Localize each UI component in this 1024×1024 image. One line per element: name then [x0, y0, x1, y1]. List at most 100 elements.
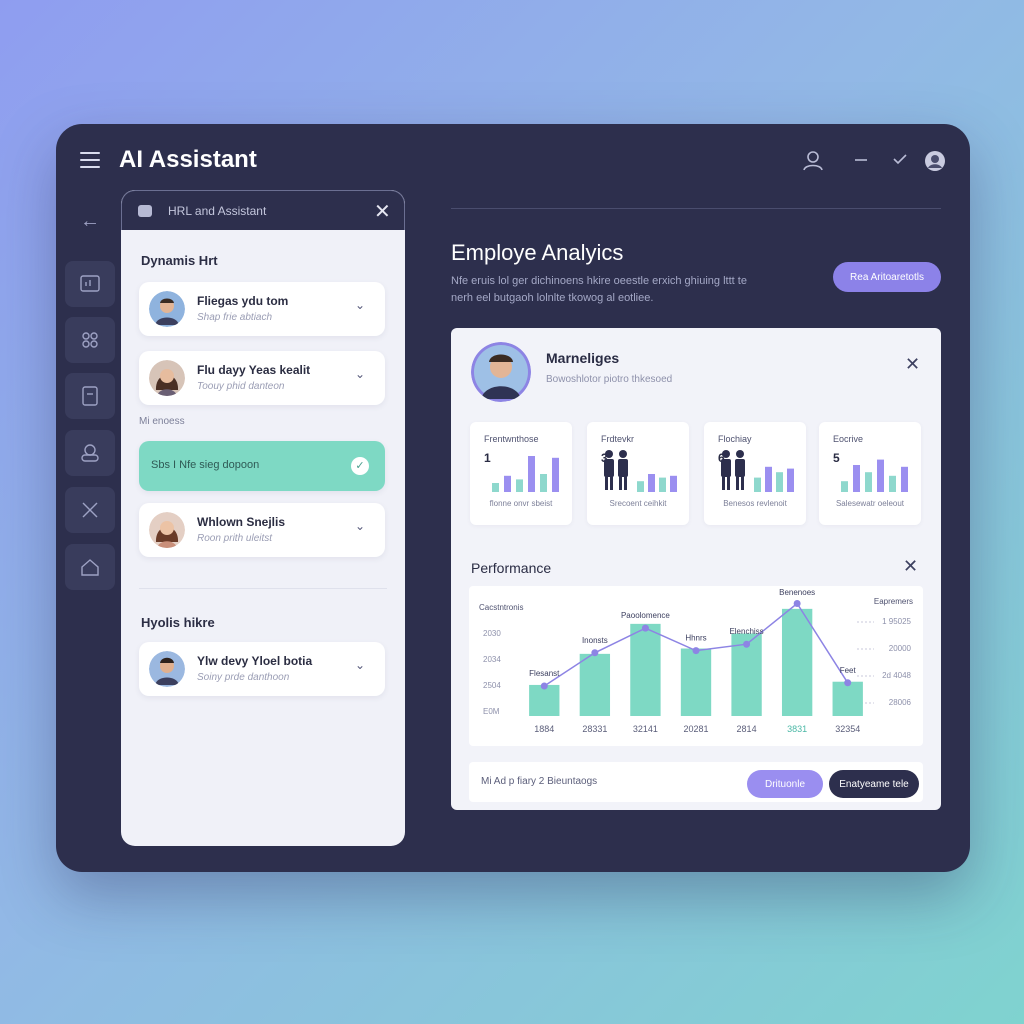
- mini-label: Mi enoess: [139, 416, 185, 427]
- y-axis-title-left: Cacstntronis: [479, 603, 523, 612]
- menu-icon[interactable]: [80, 152, 100, 170]
- stat-caption: Srecoent ceihkit: [609, 499, 667, 508]
- avatar: [149, 360, 185, 396]
- mini-bar: [648, 474, 655, 492]
- stat-card: Eocrive 5 Salesewatr oeleout: [819, 422, 921, 525]
- mini-bar: [552, 457, 559, 492]
- performance-title: Performance: [471, 560, 552, 576]
- y-tick-label: 2d 4048: [882, 671, 911, 680]
- person-icon: [81, 444, 99, 462]
- user-icon[interactable]: [802, 150, 824, 172]
- mini-bar: [787, 468, 794, 492]
- avatar-icon[interactable]: [924, 150, 946, 172]
- chart-point: [692, 647, 700, 655]
- chart-point: [743, 640, 751, 648]
- y-tick-label: E0M: [483, 707, 500, 716]
- mini-bar: [659, 477, 666, 492]
- chart-bar: [529, 684, 560, 716]
- chart-bar: [579, 653, 611, 716]
- chevron-down-icon[interactable]: ⌄: [355, 658, 365, 672]
- x-tick-label: 1884: [534, 724, 554, 734]
- chart-point: [591, 649, 599, 657]
- rail-document-button[interactable]: [65, 373, 115, 419]
- person-figure-icon: [618, 450, 628, 490]
- rail-tools-button[interactable]: [65, 487, 115, 533]
- item-subtitle: Soiny prde danthoon: [197, 672, 290, 683]
- mini-bar: [877, 459, 884, 492]
- mini-bar: [540, 474, 547, 492]
- data-annotation: Feet: [840, 666, 857, 675]
- active-message-item[interactable]: Sbs I Nfe sieg dopoon ✓: [139, 441, 385, 491]
- stat-card: Frentwnthose 1 flonne onvr sbeist: [470, 422, 572, 525]
- item-name: Flu dayy Yeas kealit: [197, 363, 311, 377]
- x-tick-label: 32354: [835, 724, 860, 734]
- y-tick-label: 20000: [889, 644, 912, 653]
- secondary-action-button[interactable]: Drituonle: [747, 770, 823, 798]
- dark-action-button[interactable]: Enatyeame tele: [829, 770, 919, 798]
- rail-home-button[interactable]: [65, 544, 115, 590]
- primary-action-button[interactable]: Rea Aritoaretotls: [833, 262, 941, 292]
- y-tick-label: 28006: [889, 698, 912, 707]
- list-item[interactable]: Whlown Snejlis Roon prith uleitst ⌄: [139, 503, 385, 557]
- check-icon[interactable]: ✓: [351, 457, 369, 475]
- chart-point: [793, 600, 801, 607]
- x-tick-label: 28331: [582, 724, 607, 734]
- avatar: [149, 291, 185, 327]
- y-tick-label: 1 95025: [882, 617, 911, 626]
- minimize-icon[interactable]: [854, 158, 868, 162]
- mini-bar: [492, 483, 499, 492]
- check-icon[interactable]: [893, 153, 907, 165]
- chart-point: [540, 682, 548, 690]
- mini-bar: [516, 479, 523, 492]
- person-figure-icon: [721, 450, 731, 490]
- chat-title: HRL and Assistant: [168, 204, 267, 218]
- y-tick-label: 2504: [483, 681, 501, 690]
- mini-bar: [528, 456, 535, 492]
- app-title: AI Assistant: [119, 146, 257, 173]
- close-icon[interactable]: ✕: [905, 354, 920, 375]
- rail-chart-button[interactable]: [65, 261, 115, 307]
- x-tick-label: 2814: [737, 724, 757, 734]
- chevron-down-icon[interactable]: ⌄: [355, 298, 365, 312]
- data-annotation: Inonsts: [582, 636, 608, 645]
- y-axis-title-right: Eapremers: [874, 597, 913, 606]
- chart-bar: [832, 681, 863, 716]
- item-subtitle: Roon prith uleitst: [197, 533, 273, 544]
- y-tick-label: 2030: [483, 629, 501, 638]
- chevron-down-icon[interactable]: ⌄: [355, 367, 365, 381]
- data-annotation: Flesanst: [529, 669, 560, 678]
- footer-text: Mi Ad p fiary 2 Bieuntaogs: [481, 776, 598, 787]
- chevron-down-icon[interactable]: ⌄: [355, 519, 365, 533]
- grid-icon: [82, 332, 98, 348]
- profile-avatar: [471, 342, 531, 402]
- divider: [451, 208, 941, 209]
- profile-subtitle: Bowoshlotor piotro thkesoed: [546, 374, 673, 385]
- data-annotation: Benenoes: [779, 588, 815, 597]
- stat-caption: flonne onvr sbeist: [489, 499, 553, 508]
- close-icon[interactable]: ✕: [374, 199, 391, 224]
- stat-label: Frdtevkr: [601, 434, 635, 444]
- data-annotation: Elenchiss: [729, 627, 763, 636]
- data-annotation: Hhnrs: [685, 634, 706, 643]
- mini-bar: [637, 481, 644, 492]
- back-arrow-icon[interactable]: ←: [80, 210, 100, 233]
- list-item[interactable]: Ylw devy Yloel botia Soiny prde danthoon…: [139, 642, 385, 696]
- mini-bar: [865, 472, 872, 492]
- chart-bar: [630, 623, 661, 716]
- chat-header: HRL and Assistant ✕: [121, 190, 405, 230]
- mini-bar: [754, 477, 761, 492]
- stat-label: Frentwnthose: [484, 434, 539, 444]
- mini-bar: [889, 475, 896, 492]
- rail-apps-button[interactable]: [65, 317, 115, 363]
- chart-bar: [680, 648, 712, 716]
- rail-user-button[interactable]: [65, 430, 115, 476]
- close-icon[interactable]: ✕: [903, 556, 918, 577]
- chart-point: [641, 624, 649, 632]
- stat-label: Eocrive: [833, 434, 864, 444]
- list-item[interactable]: Flu dayy Yeas kealit Toouy phid danteon …: [139, 351, 385, 405]
- bot-icon: [138, 205, 152, 217]
- panel-footer: Mi Ad p fiary 2 Bieuntaogs Drituonle Ena…: [469, 762, 923, 802]
- chart-bar: [781, 608, 813, 716]
- person-figure-icon: [604, 450, 614, 490]
- list-item[interactable]: Fliegas ydu tom Shap frie abtiach ⌄: [139, 282, 385, 336]
